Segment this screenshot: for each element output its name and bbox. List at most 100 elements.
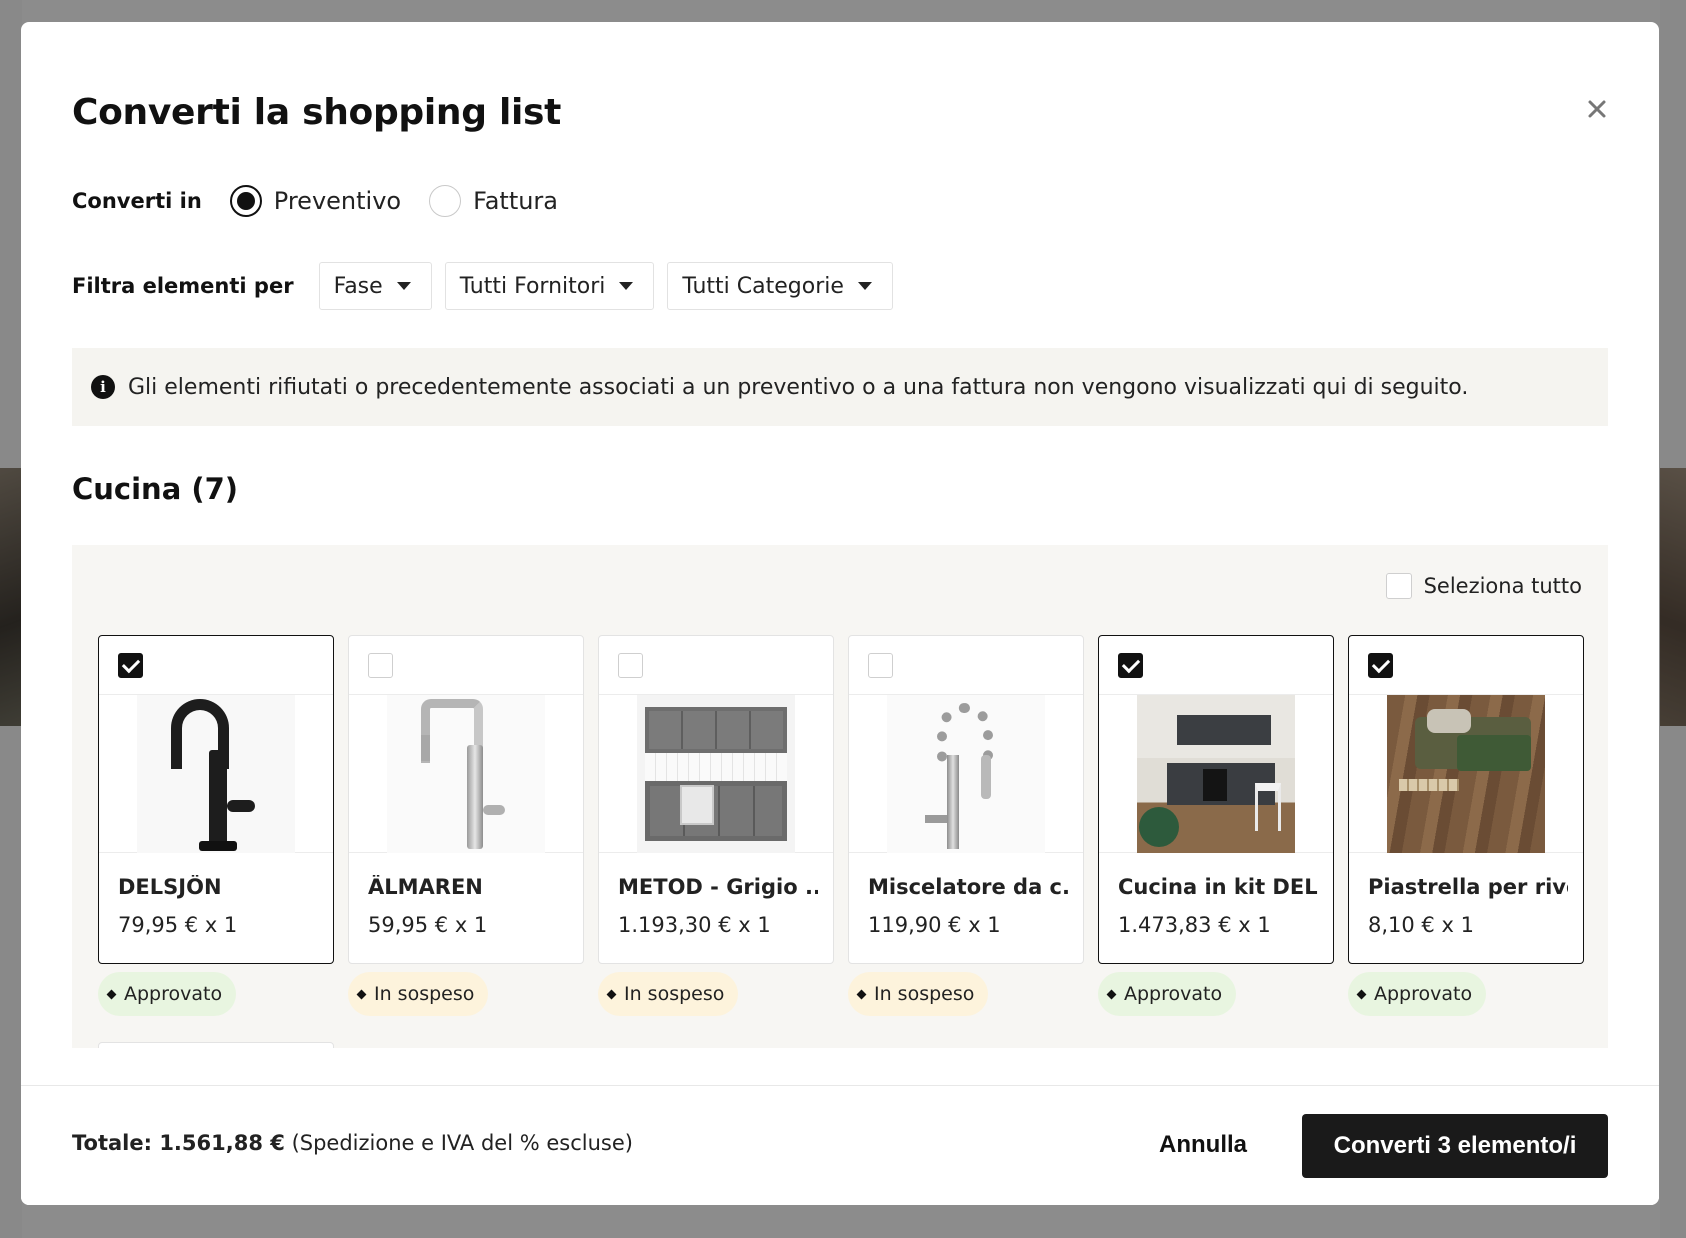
filter-suppliers-dropdown[interactable]: Tutti Fornitori xyxy=(444,262,655,310)
status-dot-icon xyxy=(1356,989,1367,999)
filter-label: Filtra elementi per xyxy=(72,274,294,298)
product-image-wood-tile xyxy=(1387,695,1545,853)
checkbox[interactable] xyxy=(1385,573,1412,599)
filter-categories-dropdown[interactable]: Tutti Categorie xyxy=(667,262,893,310)
section-title: Cucina (7) xyxy=(72,472,239,506)
status-text: In sospeso xyxy=(624,983,725,1005)
item-price: 8,10 € x 1 xyxy=(1368,913,1474,937)
radio-label-preventivo: Preventivo xyxy=(273,187,402,215)
item-card[interactable]: DELSJÖN 79,95 € x 1 xyxy=(98,635,334,964)
product-image-black-faucet xyxy=(137,695,295,853)
status-badge: In sospeso xyxy=(598,972,739,1016)
item-card[interactable]: Cucina in kit DEL... 1.473,83 € x 1 xyxy=(1098,635,1334,964)
item-checkbox[interactable] xyxy=(618,653,643,678)
card-header xyxy=(1099,636,1333,695)
info-text: Gli elementi rifiutati o precedentemente… xyxy=(128,374,1469,400)
item-name: DELSJÖN xyxy=(118,875,222,899)
status-dot-icon xyxy=(1106,989,1117,999)
info-icon: i xyxy=(91,375,115,399)
card-image-frame xyxy=(1099,695,1333,853)
cancel-button[interactable]: Annulla xyxy=(1159,1119,1247,1171)
status-dot-icon xyxy=(856,989,867,999)
item-card[interactable]: METOD - Grigio ... 1.193,30 € x 1 xyxy=(598,635,834,964)
select-all-checkbox[interactable]: Seleziona tutto xyxy=(1385,573,1582,599)
card-image-frame xyxy=(599,695,833,853)
item-card-partial[interactable] xyxy=(98,1042,334,1048)
status-text: Approvato xyxy=(1124,983,1223,1005)
status-badge: Approvato xyxy=(1348,972,1487,1016)
status-badge: In sospeso xyxy=(848,972,989,1016)
radio-label-fattura: Fattura xyxy=(473,187,559,215)
item-column: Cucina in kit DEL... 1.473,83 € x 1 Appr… xyxy=(1098,635,1334,1016)
dropdown-value: Tutti Fornitori xyxy=(459,273,606,299)
card-header xyxy=(1349,636,1583,695)
convert-items-button[interactable]: Converti 3 elemento/i xyxy=(1302,1114,1608,1178)
card-header xyxy=(599,636,833,695)
status-badge: Approvato xyxy=(98,972,237,1016)
chevron-down-icon xyxy=(857,282,872,290)
item-checkbox[interactable] xyxy=(118,653,143,678)
radio-fattura[interactable]: Fattura xyxy=(429,185,558,217)
item-column: DELSJÖN 79,95 € x 1 Approvato xyxy=(98,635,334,1016)
product-image-dark-kitchen xyxy=(1137,695,1295,853)
card-image-frame xyxy=(349,695,583,853)
item-name: Miscelatore da c... xyxy=(868,875,1068,899)
status-badge: Approvato xyxy=(1098,972,1237,1016)
card-image-frame xyxy=(1349,695,1583,853)
close-button[interactable] xyxy=(1583,96,1611,124)
item-column: ÄLMAREN 59,95 € x 1 In sospeso xyxy=(348,635,584,1016)
product-image-steel-faucet xyxy=(387,695,545,853)
modal-footer: Totale: 1.561,88 € (Spedizione e IVA del… xyxy=(21,1085,1659,1205)
status-text: In sospeso xyxy=(374,983,475,1005)
status-text: Approvato xyxy=(124,983,223,1005)
radio-button-selected[interactable] xyxy=(229,185,262,217)
total-amount: Totale: 1.561,88 € xyxy=(72,1131,285,1155)
product-image-spring-faucet xyxy=(887,695,1045,853)
convert-to-row: Converti in Preventivo Fattura xyxy=(72,180,558,222)
radio-preventivo[interactable]: Preventivo xyxy=(229,185,402,217)
item-name: Piastrella per rive... xyxy=(1368,875,1568,899)
item-column: Miscelatore da c... 119,90 € x 1 In sosp… xyxy=(848,635,1084,1016)
item-column: METOD - Grigio ... 1.193,30 € x 1 In sos… xyxy=(598,635,834,1016)
item-price: 1.193,30 € x 1 xyxy=(618,913,771,937)
item-name: METOD - Grigio ... xyxy=(618,875,818,899)
status-badge: In sospeso xyxy=(348,972,489,1016)
status-dot-icon xyxy=(356,989,367,999)
item-name: Cucina in kit DEL... xyxy=(1118,875,1318,899)
status-dot-icon xyxy=(106,989,117,999)
item-checkbox[interactable] xyxy=(868,653,893,678)
item-cards: DELSJÖN 79,95 € x 1 Approvato ÄLMAREN 59… xyxy=(98,635,1598,1016)
radio-button[interactable] xyxy=(429,185,462,217)
chevron-down-icon xyxy=(619,282,634,290)
select-all-label: Seleziona tutto xyxy=(1423,574,1582,598)
status-dot-icon xyxy=(606,989,617,999)
item-checkbox[interactable] xyxy=(368,653,393,678)
items-grid-area: Seleziona tutto DELSJÖN 79,95 € x 1 Appr… xyxy=(72,545,1608,1048)
item-checkbox[interactable] xyxy=(1368,653,1393,678)
convert-shopping-list-modal: Converti la shopping list Converti in Pr… xyxy=(21,22,1659,1205)
total-note: (Spedizione e IVA del % escluse) xyxy=(291,1131,633,1155)
item-column: Piastrella per rive... 8,10 € x 1 Approv… xyxy=(1348,635,1584,1016)
item-checkbox[interactable] xyxy=(1118,653,1143,678)
status-text: In sospeso xyxy=(874,983,975,1005)
item-card[interactable]: Miscelatore da c... 119,90 € x 1 xyxy=(848,635,1084,964)
item-card[interactable]: Piastrella per rive... 8,10 € x 1 xyxy=(1348,635,1584,964)
item-card[interactable]: ÄLMAREN 59,95 € x 1 xyxy=(348,635,584,964)
card-image-frame xyxy=(849,695,1083,853)
card-header xyxy=(99,636,333,695)
chevron-down-icon xyxy=(396,282,411,290)
card-header xyxy=(349,636,583,695)
filter-row: Filtra elementi per Fase Tutti Fornitori… xyxy=(72,262,893,310)
item-name: ÄLMAREN xyxy=(368,875,483,899)
item-price: 1.473,83 € x 1 xyxy=(1118,913,1271,937)
info-banner: i Gli elementi rifiutati o precedentemen… xyxy=(72,348,1608,426)
close-icon xyxy=(1588,100,1606,117)
modal-title: Converti la shopping list xyxy=(72,92,562,133)
item-price: 119,90 € x 1 xyxy=(868,913,1001,937)
convert-to-label: Converti in xyxy=(72,189,202,213)
filter-phase-dropdown[interactable]: Fase xyxy=(318,262,432,310)
product-image-grey-kitchen xyxy=(637,695,795,853)
dropdown-value: Fase xyxy=(333,273,383,299)
dropdown-value: Tutti Categorie xyxy=(682,273,844,299)
status-text: Approvato xyxy=(1374,983,1473,1005)
